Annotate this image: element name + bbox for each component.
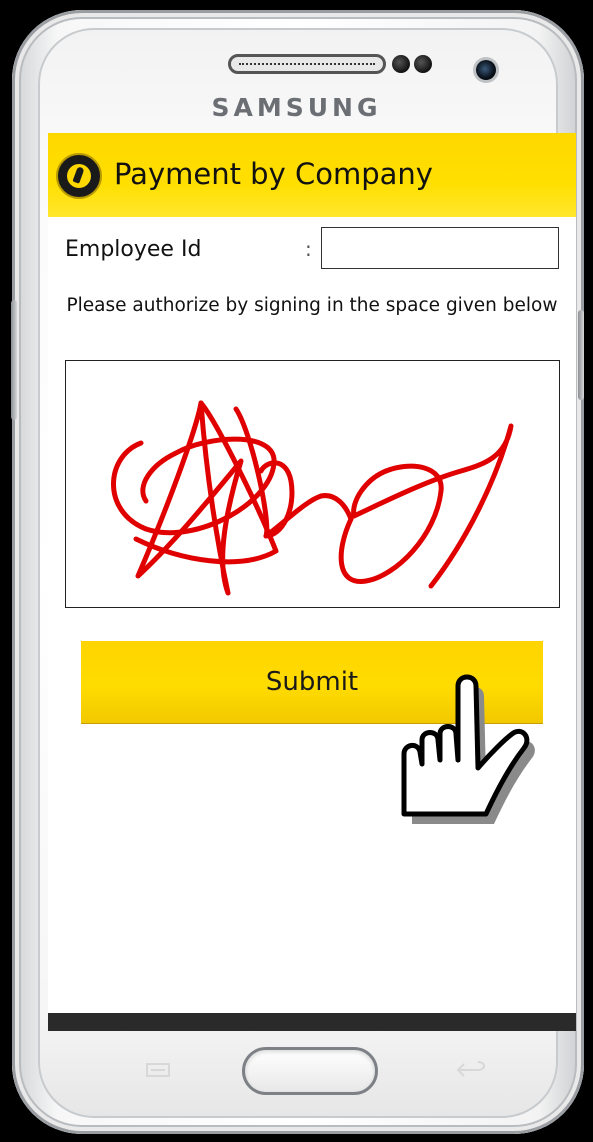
app-screen: Payment by Company Employee Id : Please …: [48, 133, 576, 1031]
front-camera-icon: [476, 60, 496, 80]
signature-pad[interactable]: [65, 360, 560, 608]
page-title: Payment by Company: [114, 157, 433, 191]
employee-id-input[interactable]: [321, 227, 559, 269]
stage: SAMSUNG Payment by Company Employee Id :…: [0, 0, 593, 1142]
signature-instruction: Please authorize by signing in the space…: [66, 295, 558, 316]
company-logo-icon: [56, 153, 102, 199]
brand-logo: SAMSUNG: [211, 93, 382, 122]
proximity-sensor: [392, 55, 410, 73]
volume-button: [11, 300, 17, 420]
power-button: [578, 310, 584, 400]
employee-id-separator: :: [305, 237, 312, 261]
back-key-icon[interactable]: [454, 1060, 488, 1080]
hand-pointer-icon: [401, 674, 535, 824]
earpiece-speaker: [228, 54, 386, 74]
signature-drawing: [111, 400, 514, 596]
menu-key-icon[interactable]: [145, 1062, 171, 1078]
light-sensor: [414, 55, 432, 73]
app-bar: Payment by Company: [48, 133, 576, 217]
navigation-bar-strip: [48, 1013, 576, 1031]
employee-id-label: Employee Id: [65, 237, 202, 262]
home-button[interactable]: [242, 1047, 378, 1095]
